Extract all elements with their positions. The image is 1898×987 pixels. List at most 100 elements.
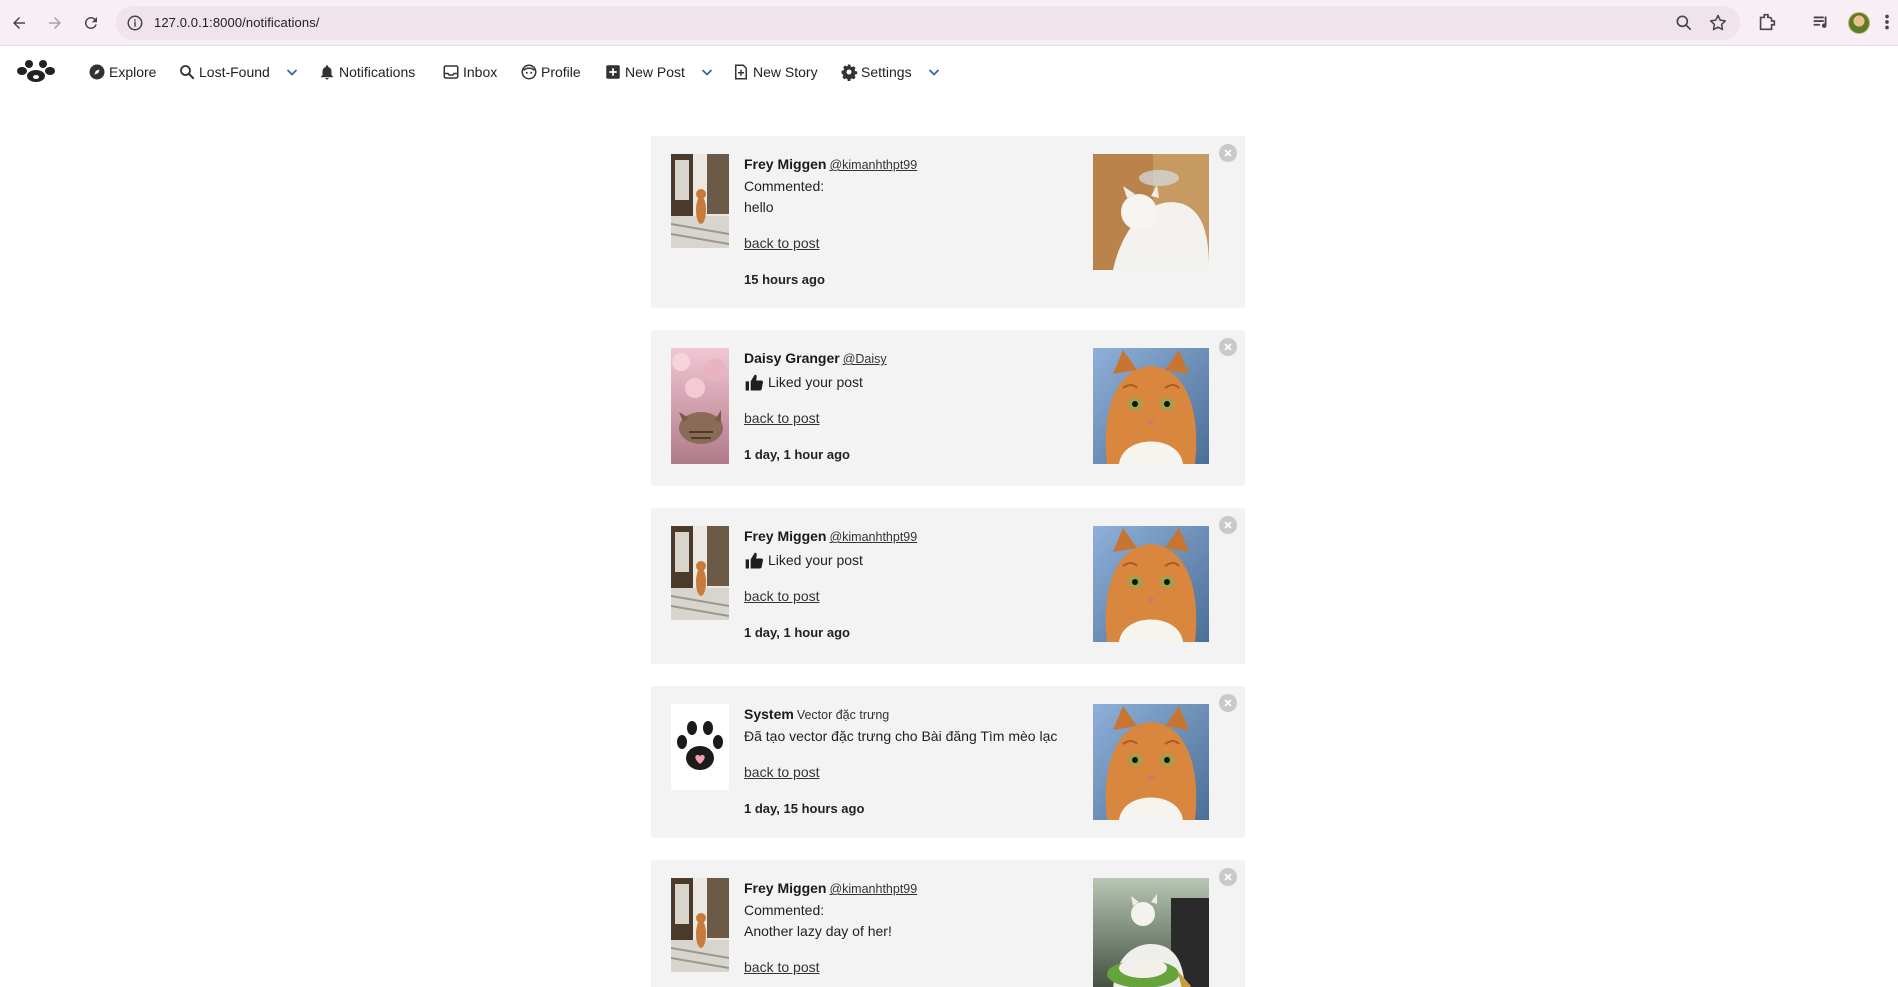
comment-text: hello [744,199,774,215]
address-bar[interactable]: 127.0.0.1:8000/notifications/ [116,6,1740,40]
chevron-down-icon[interactable] [283,66,301,78]
extensions-icon[interactable] [1756,11,1778,33]
nav-explore-label: Explore [109,64,157,80]
forward-icon[interactable] [40,8,70,38]
nav-new-post[interactable]: New Post [604,61,716,83]
nav-explore[interactable]: Explore [88,61,156,83]
media-control-icon[interactable] [1810,11,1832,33]
inbox-icon [443,65,459,79]
nav-notifications[interactable]: Notifications [318,61,415,83]
back-to-post-link[interactable]: back to post [744,586,820,607]
notification-card: Frey Miggen @kimanhthpt99 Liked your post… [651,508,1245,664]
paw-logo-icon[interactable] [14,58,58,84]
nav-inbox[interactable]: Inbox [442,61,497,83]
dismiss-button[interactable] [1219,694,1237,712]
nav-inbox-label: Inbox [463,64,498,80]
dismiss-button[interactable] [1219,338,1237,356]
notification-time: 1 day, 15 hours ago [744,801,865,816]
compass-icon [89,64,105,80]
notification-card: Daisy Granger @Daisy Liked your post back… [651,330,1245,486]
dismiss-button[interactable] [1219,868,1237,886]
back-to-post-link[interactable]: back to post [744,762,820,783]
sender-handle[interactable]: @kimanhthpt99 [829,158,917,172]
sender-name[interactable]: Frey Miggen [744,880,826,896]
notification-action: Liked your post [768,374,863,390]
browser-toolbar: 127.0.0.1:8000/notifications/ [0,0,1898,46]
url-text: 127.0.0.1:8000/notifications/ [154,15,320,30]
browser-menu-icon[interactable] [1880,11,1894,33]
notification-action: Đã tạo vector đặc trưng cho Bài đăng Tìm… [744,728,1058,744]
notification-body: Frey Miggen @kimanhthpt99 Liked your post… [744,526,917,643]
sender-handle[interactable]: @kimanhthpt99 [829,882,917,896]
browser-profile-avatar[interactable] [1848,12,1870,34]
post-thumbnail[interactable] [1093,878,1209,987]
sender-handle[interactable]: @Daisy [843,352,887,366]
profile-icon [521,64,537,80]
notification-body: System Vector đặc trưng Đã tạo vector đặc… [744,704,1057,819]
nav-new-story[interactable]: New Story [732,61,818,83]
notification-body: Frey Miggen @kimanhthpt99 Commented: hell… [744,154,917,290]
site-navbar: Explore Lost-Found Notifications Inbox P… [0,48,1898,94]
back-icon[interactable] [4,8,34,38]
dismiss-button[interactable] [1219,516,1237,534]
post-thumbnail[interactable] [1093,704,1209,820]
bell-icon [321,65,333,80]
reload-icon[interactable] [76,8,106,38]
notification-time: 1 day, 1 hour ago [744,447,850,462]
nav-profile-label: Profile [541,64,581,80]
dismiss-button[interactable] [1219,144,1237,162]
notification-card: Frey Miggen @kimanhthpt99 Commented: Anot… [651,860,1245,987]
paw-icon [671,704,729,790]
thumbs-up-icon [745,552,764,569]
notification-card: Frey Miggen @kimanhthpt99 Commented: hell… [651,136,1245,308]
user-avatar[interactable] [671,348,729,464]
sender-name[interactable]: Frey Miggen [744,528,826,544]
close-icon [1224,149,1232,157]
notification-action: Commented: [744,178,825,194]
notification-card: System Vector đặc trưng Đã tạo vector đặc… [651,686,1245,838]
user-avatar[interactable] [671,526,729,620]
nav-lost-found-label: Lost-Found [199,64,270,80]
sender-name[interactable]: Frey Miggen [744,156,826,172]
nav-notifications-label: Notifications [339,64,416,80]
chevron-down-icon[interactable] [698,66,716,78]
notification-body: Daisy Granger @Daisy Liked your post back… [744,348,887,465]
search-icon [180,65,195,80]
nav-settings[interactable]: Settings [840,61,943,83]
new-story-icon [735,64,747,80]
back-to-post-link[interactable]: back to post [744,957,820,978]
close-icon [1224,699,1232,707]
sender-name[interactable]: Daisy Granger [744,350,840,366]
close-icon [1224,343,1232,351]
back-to-post-link[interactable]: back to post [744,233,820,254]
close-icon [1224,873,1232,881]
nav-lost-found[interactable]: Lost-Found [178,61,301,83]
bookmark-star-icon[interactable] [1708,13,1728,33]
sender-name: System [744,706,794,722]
post-thumbnail[interactable] [1093,526,1209,642]
gear-icon [841,64,858,81]
notification-body: Frey Miggen @kimanhthpt99 Commented: Anot… [744,878,917,978]
notification-action: Liked your post [768,552,863,568]
system-avatar[interactable] [671,704,729,790]
nav-settings-label: Settings [861,64,912,80]
post-thumbnail[interactable] [1093,154,1209,270]
notification-time: 1 day, 1 hour ago [744,625,850,640]
post-thumbnail[interactable] [1093,348,1209,464]
zoom-icon[interactable] [1674,13,1694,33]
comment-text: Another lazy day of her! [744,923,892,939]
chevron-down-icon[interactable] [925,66,943,78]
sender-handle[interactable]: @kimanhthpt99 [829,530,917,544]
user-avatar[interactable] [671,878,729,972]
site-info-icon[interactable] [126,14,144,32]
user-avatar[interactable] [671,154,729,248]
nav-new-post-label: New Post [625,64,685,80]
plus-square-icon [606,65,620,79]
thumbs-up-icon [745,374,764,391]
notification-action: Commented: [744,902,825,918]
notification-time: 15 hours ago [744,272,825,287]
back-to-post-link[interactable]: back to post [744,408,820,429]
nav-profile[interactable]: Profile [520,61,581,83]
notification-category: Vector đặc trưng [796,708,890,722]
nav-new-story-label: New Story [753,64,818,80]
